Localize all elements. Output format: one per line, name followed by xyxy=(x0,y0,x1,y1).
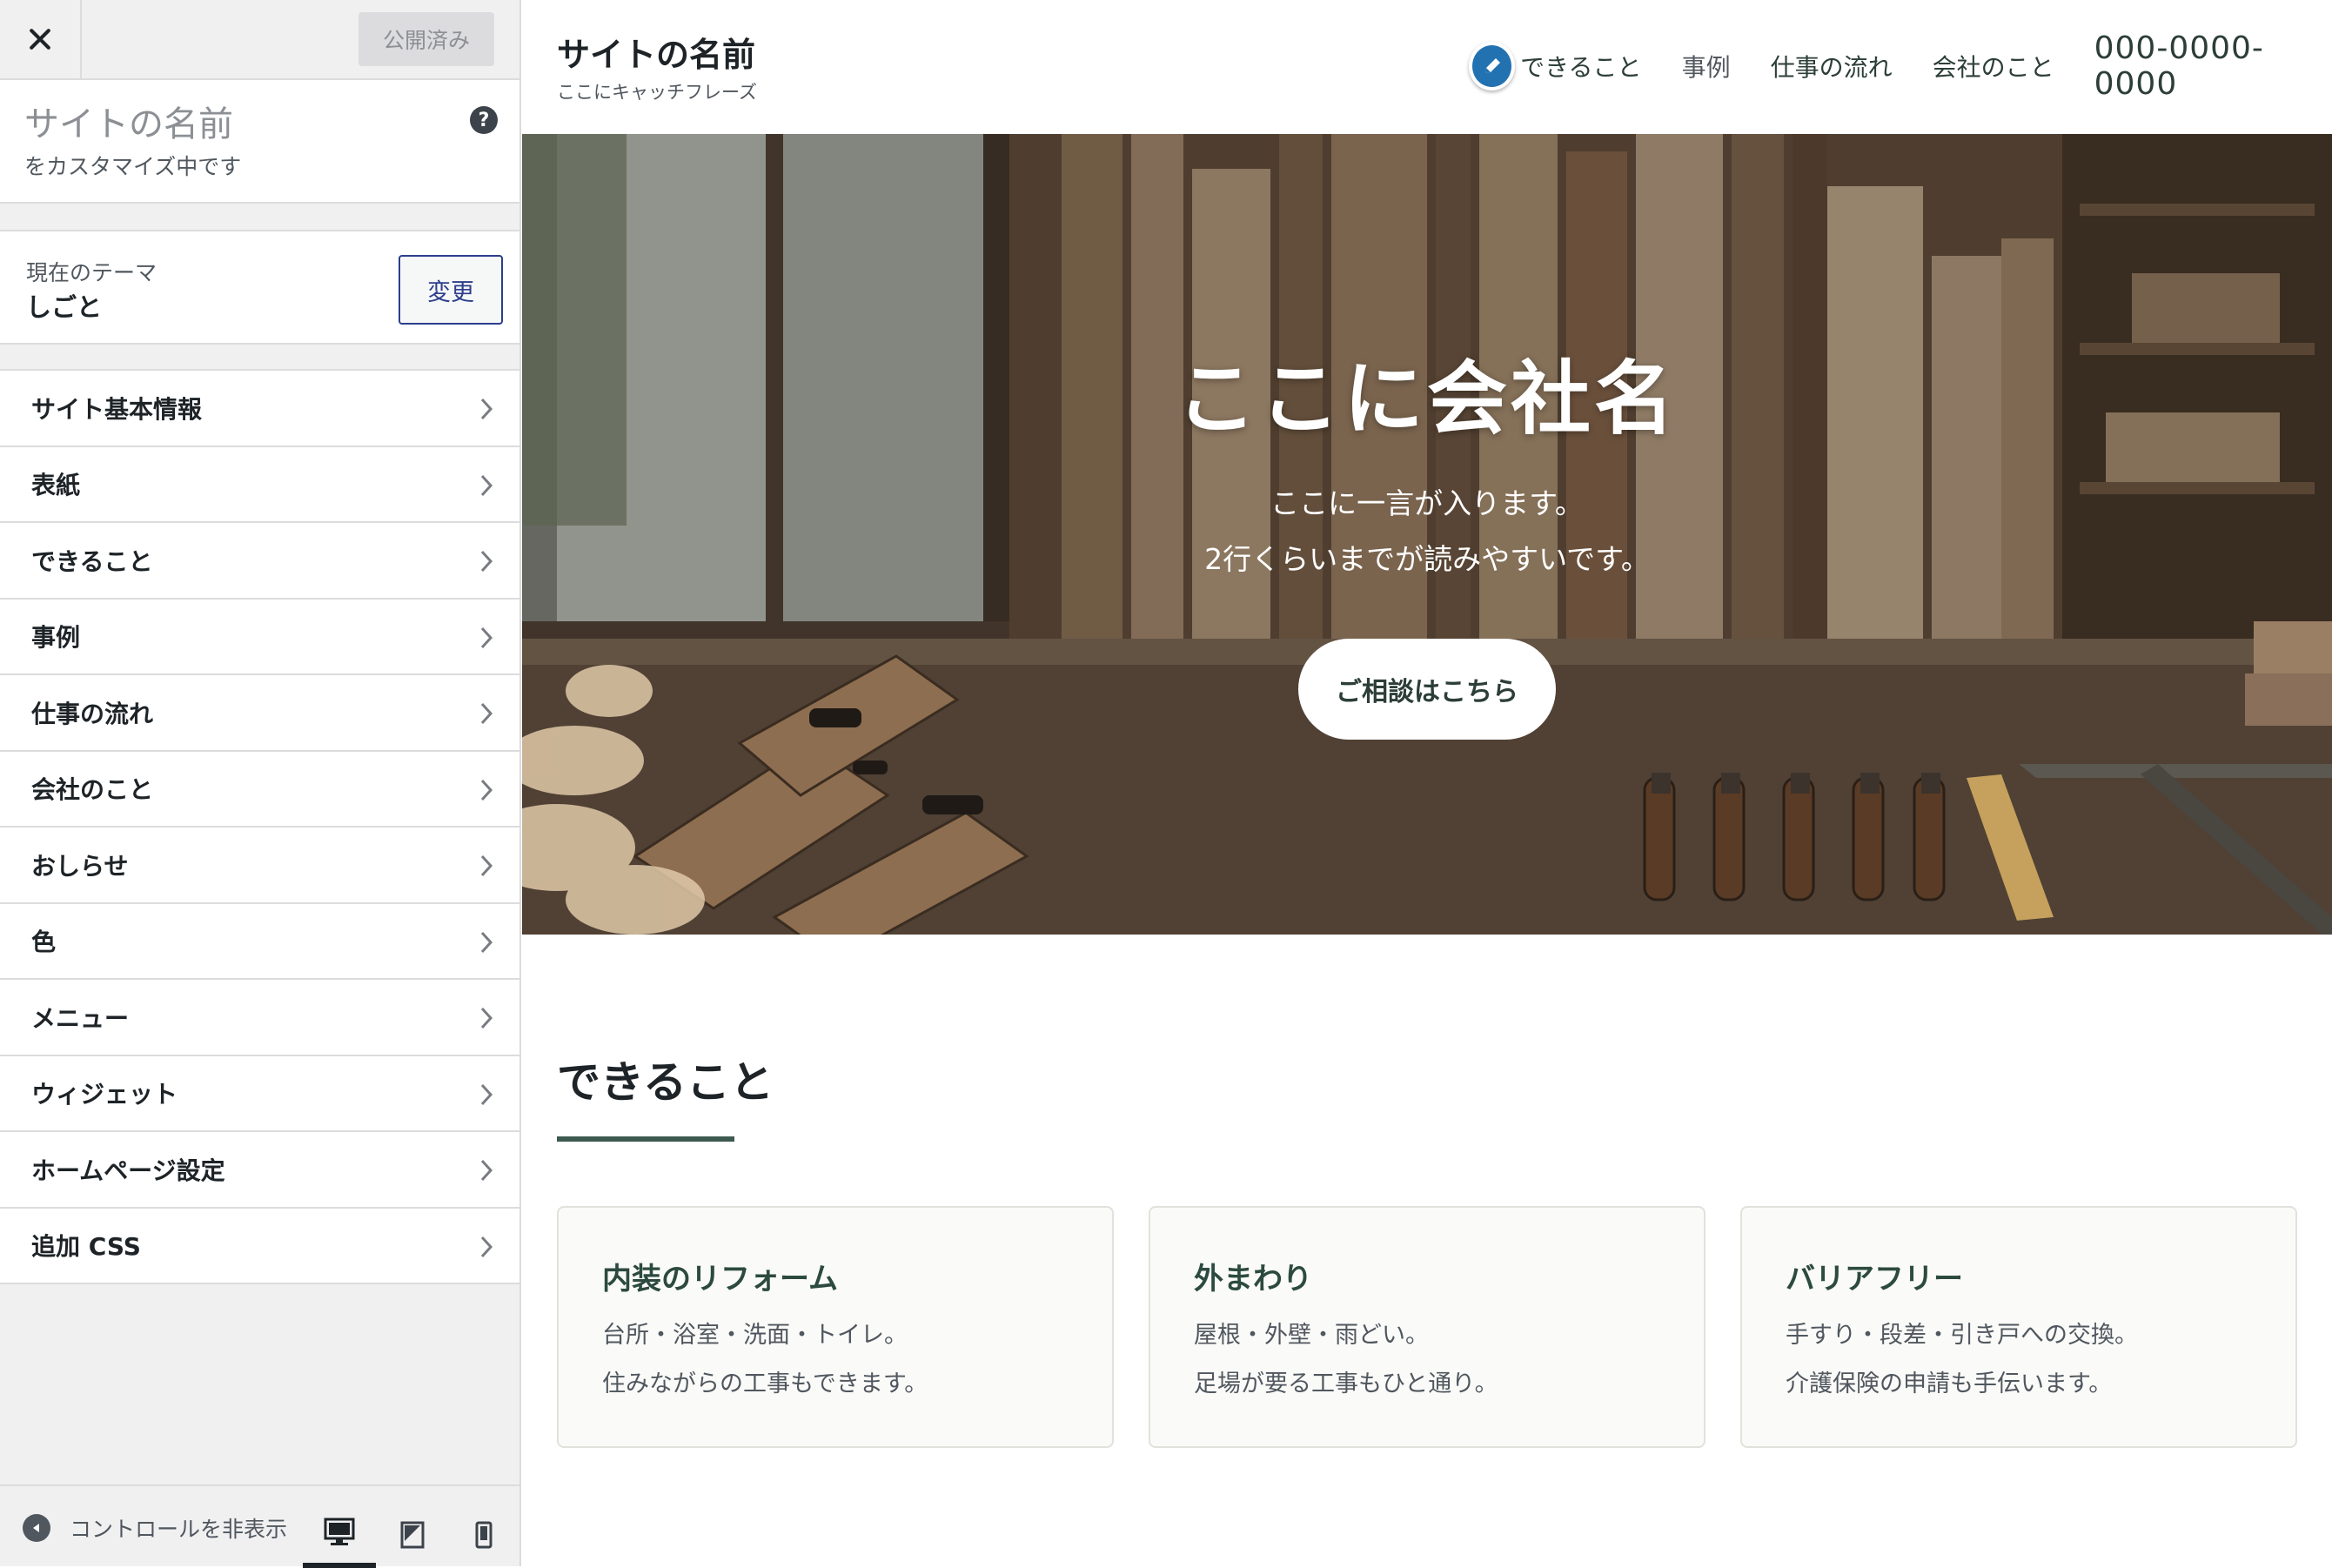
section-label: 仕事の流れ xyxy=(31,699,154,728)
section-label: 追加 CSS xyxy=(31,1232,141,1262)
desktop-icon xyxy=(324,1518,355,1545)
site-preview: サイトの名前 ここにキャッチフレーズ できること 事例 仕事の流れ 会社のこと … xyxy=(522,0,2332,1566)
section-label: 事例 xyxy=(31,623,81,653)
section-label: ホームページ設定 xyxy=(31,1156,225,1185)
customizing-label: をカスタマイズ中です xyxy=(24,154,242,179)
hero-section: ここに会社名 ここに一言が入ります。 2行くらいまでが読みやすいです。 ご相談は… xyxy=(522,134,2332,935)
heading-underline xyxy=(557,1136,734,1142)
site-title[interactable]: サイトの名前 xyxy=(557,28,755,76)
section-additional-css[interactable]: 追加 CSS xyxy=(0,1208,519,1284)
section-homepage-settings[interactable]: ホームページ設定 xyxy=(0,1132,519,1209)
service-card-text: 屋根・外壁・雨どい。 xyxy=(1194,1322,1429,1349)
preview-mobile-button[interactable] xyxy=(447,1502,520,1568)
section-services[interactable]: できること xyxy=(0,523,519,600)
preview-desktop-button[interactable] xyxy=(303,1502,376,1568)
mobile-icon xyxy=(475,1521,493,1549)
nav-item-services[interactable]: できること xyxy=(1520,49,1641,84)
section-news[interactable]: おしらせ xyxy=(0,828,519,904)
chevron-right-icon xyxy=(480,702,493,725)
services-heading: できること xyxy=(557,1057,774,1108)
service-card-text: 台所・浴室・洗面・トイレ。 xyxy=(602,1322,908,1349)
chevron-right-icon xyxy=(480,398,493,420)
chevron-right-icon xyxy=(480,474,493,496)
nav-phone[interactable]: 000-0000-0000 xyxy=(2094,30,2332,102)
chevron-right-icon xyxy=(480,1007,493,1029)
customizer-header: 公開済み xyxy=(0,0,519,80)
chevron-right-icon xyxy=(480,1083,493,1105)
site-header: サイトの名前 ここにキャッチフレーズ できること 事例 仕事の流れ 会社のこと … xyxy=(522,0,2332,134)
section-menus[interactable]: メニュー xyxy=(0,980,519,1056)
section-label: できること xyxy=(31,546,153,576)
chevron-right-icon xyxy=(480,779,493,801)
customizer-sidebar: 公開済み サイトの名前 をカスタマイズ中です ? 現在のテーマ しごと 変更 サ… xyxy=(0,0,521,1568)
service-card-text: 住みながらの工事もできます。 xyxy=(602,1370,928,1397)
site-tagline: ここにキャッチフレーズ xyxy=(557,82,757,103)
hero-description-line: ここに一言が入ります。 xyxy=(1270,486,1584,520)
section-widgets[interactable]: ウィジェット xyxy=(0,1055,519,1132)
section-label: 会社のこと xyxy=(31,775,154,805)
section-label: 表紙 xyxy=(31,471,81,500)
theme-panel: 現在のテーマ しごと 変更 xyxy=(0,230,519,345)
hero-title: ここに会社名 xyxy=(1176,352,1678,446)
hero-description-line: 2行くらいまでが読みやすいです。 xyxy=(1204,542,1650,576)
service-card-exterior: 外まわり 屋根・外壁・雨どい。 足場が要る工事もひと通り。 xyxy=(1149,1206,1705,1448)
chevron-right-icon xyxy=(480,931,493,953)
collapse-sidebar-icon[interactable] xyxy=(23,1514,50,1542)
section-label: 色 xyxy=(31,928,57,957)
customizer-site-name: サイトの名前 xyxy=(24,104,233,144)
customizer-info: サイトの名前 をカスタマイズ中です ? xyxy=(0,80,519,204)
section-cases[interactable]: 事例 xyxy=(0,599,519,675)
close-customizer-button[interactable] xyxy=(0,0,82,78)
section-label: メニュー xyxy=(31,1003,130,1033)
consultation-button[interactable]: ご相談はこちら xyxy=(1298,639,1556,740)
chevron-right-icon xyxy=(480,854,493,877)
chevron-right-icon xyxy=(480,1159,493,1182)
section-label: サイト基本情報 xyxy=(31,394,203,424)
preview-tablet-button[interactable] xyxy=(376,1502,449,1568)
collapse-sidebar-label[interactable]: コントロールを非表示 xyxy=(70,1512,298,1544)
service-card-text: 手すり・段差・引き戸への交換。 xyxy=(1786,1322,2138,1349)
nav-item-cases[interactable]: 事例 xyxy=(1682,49,1731,84)
section-site-identity[interactable]: サイト基本情報 xyxy=(0,371,519,447)
tablet-icon xyxy=(400,1521,425,1549)
chevron-right-icon xyxy=(480,627,493,648)
service-card-title: バリアフリー xyxy=(1786,1262,1963,1297)
help-icon[interactable]: ? xyxy=(470,106,498,134)
section-company[interactable]: 会社のこと xyxy=(0,751,519,828)
nav-item-workflow[interactable]: 仕事の流れ xyxy=(1771,49,1893,84)
section-label: ウィジェット xyxy=(31,1080,178,1109)
primary-nav: できること 事例 仕事の流れ 会社のこと 000-0000-0000 xyxy=(1469,30,2332,102)
section-cover[interactable]: 表紙 xyxy=(0,446,519,523)
change-theme-button[interactable]: 変更 xyxy=(399,255,503,325)
service-card-interior: 内装のリフォーム 台所・浴室・洗面・トイレ。 住みながらの工事もできます。 xyxy=(557,1206,1114,1448)
service-card-barrier-free: バリアフリー 手すり・段差・引き戸への交換。 介護保険の申請も手伝います。 xyxy=(1740,1206,2297,1448)
theme-name: しごと xyxy=(26,292,103,322)
service-card-text: 介護保険の申請も手伝います。 xyxy=(1786,1370,2113,1397)
chevron-right-icon xyxy=(480,550,493,573)
theme-label: 現在のテーマ xyxy=(26,260,157,285)
triangle-left-icon xyxy=(33,1524,39,1532)
service-card-text: 足場が要る工事もひと通り。 xyxy=(1194,1370,1498,1397)
nav-item-company[interactable]: 会社のこと xyxy=(1933,49,2054,84)
customizer-footer: コントロールを非表示 xyxy=(0,1484,520,1568)
section-workflow[interactable]: 仕事の流れ xyxy=(0,675,519,752)
close-icon xyxy=(30,29,50,50)
service-card-title: 外まわり xyxy=(1194,1262,1312,1297)
hero-background-image xyxy=(522,134,2332,935)
section-label: おしらせ xyxy=(31,851,129,881)
service-card-title: 内装のリフォーム xyxy=(602,1262,838,1297)
pencil-icon xyxy=(1484,58,1500,73)
chevron-right-icon xyxy=(480,1236,493,1257)
edit-shortcut-button[interactable] xyxy=(1469,42,1516,90)
section-colors[interactable]: 色 xyxy=(0,903,519,980)
publish-button[interactable]: 公開済み xyxy=(359,12,494,66)
customizer-sections: サイト基本情報 表紙 できること 事例 仕事の流れ 会社のこと おしらせ 色 メ… xyxy=(0,369,519,1284)
